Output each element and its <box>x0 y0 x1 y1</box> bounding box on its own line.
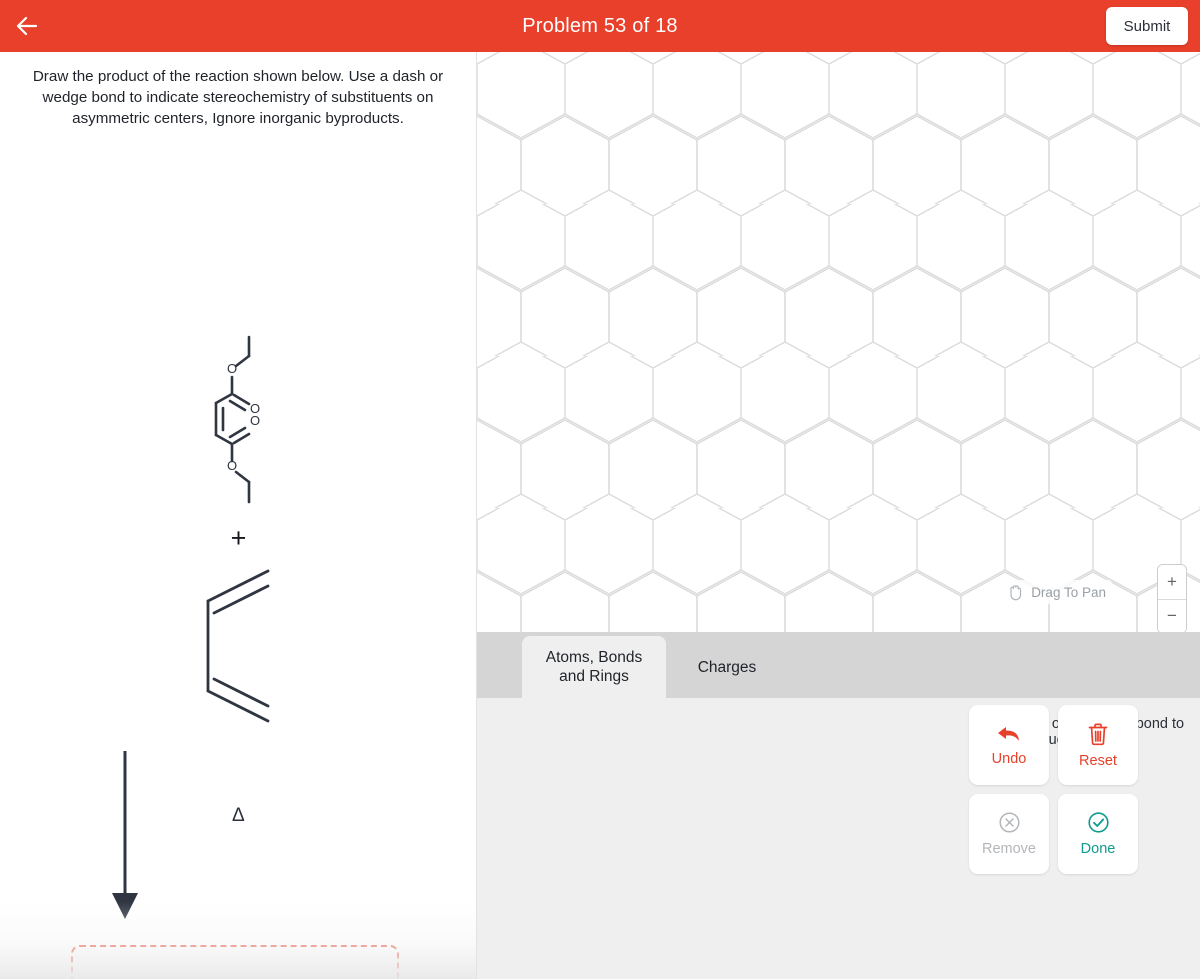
diethyl-maleate-structure: O O O O <box>214 335 260 504</box>
tab-atoms-bonds-rings[interactable]: Atoms, Bonds and Rings <box>522 636 666 698</box>
action-button-grid: Undo Reset Remove Done <box>969 705 1138 874</box>
undo-button[interactable]: Undo <box>969 705 1049 785</box>
zoom-in-button[interactable]: + <box>1158 565 1186 600</box>
problem-screen: Problem 53 of 18 Submit Draw the product… <box>0 0 1200 979</box>
hexagon-grid <box>477 52 1200 632</box>
done-button[interactable]: Done <box>1058 794 1138 874</box>
check-circle-icon <box>1087 812 1109 833</box>
app-header: Problem 53 of 18 Submit <box>0 0 1200 52</box>
butadiene-structure <box>206 569 270 723</box>
arrow-left-icon <box>16 16 38 36</box>
undo-arrow-icon <box>998 726 1019 741</box>
heat-condition-label: Δ <box>232 805 245 826</box>
x-circle-icon <box>998 812 1020 833</box>
zoom-control[interactable]: + − <box>1157 564 1187 632</box>
plus-separator: + <box>230 523 247 553</box>
trash-icon <box>1088 723 1108 745</box>
pan-hint-label: Drag To Pan <box>1031 584 1106 600</box>
back-button[interactable] <box>0 0 56 52</box>
reaction-arrow <box>112 751 138 919</box>
page-title: Problem 53 of 18 <box>522 14 678 37</box>
hand-icon <box>1010 585 1022 601</box>
undo-label: Undo <box>991 750 1027 767</box>
carbonyl-oxygen-bottom: O <box>250 413 260 428</box>
remove-button[interactable]: Remove <box>969 794 1049 874</box>
submit-button[interactable]: Submit <box>1106 7 1188 45</box>
pan-hint: Drag To Pan <box>1001 580 1112 604</box>
remove-label: Remove <box>982 841 1036 857</box>
tab-charges[interactable]: Charges <box>666 636 788 698</box>
drawing-drop-zone[interactable]: Drawing <box>71 945 399 979</box>
ester-oxygen-bottom: O <box>227 458 237 473</box>
done-label: Done <box>1080 841 1116 857</box>
problem-panel: Draw the product of the reaction shown b… <box>0 52 477 979</box>
reset-label: Reset <box>1079 752 1117 769</box>
reaction-scheme: O O O O + Δ <box>0 129 476 979</box>
molecule-canvas[interactable]: Drag To Pan + − <box>477 52 1200 632</box>
tool-tabs: Atoms, Bonds and Rings Charges <box>477 632 1200 698</box>
tool-panel: Atoms, Bonds and Rings Charges Draw or t… <box>477 632 1200 979</box>
ester-oxygen-top: O <box>227 361 237 376</box>
reset-button[interactable]: Reset <box>1058 705 1138 785</box>
problem-prompt: Draw the product of the reaction shown b… <box>32 68 444 127</box>
zoom-out-button[interactable]: − <box>1158 599 1186 632</box>
